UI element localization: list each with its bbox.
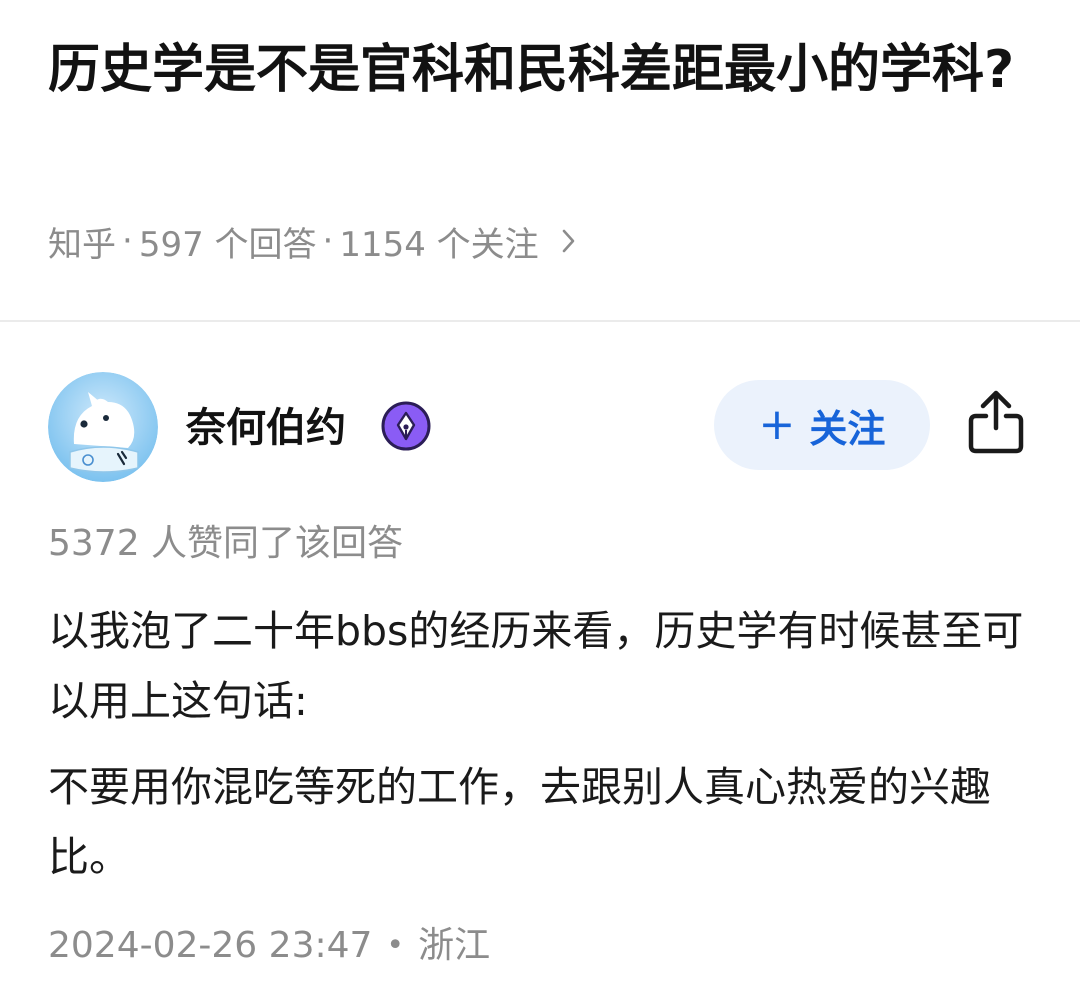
author-name[interactable]: 奈何伯约: [186, 400, 346, 456]
question-title[interactable]: 历史学是不是官科和民科差距最小的学科?: [48, 28, 1038, 112]
meta-separator: ·: [122, 221, 133, 261]
question-meta[interactable]: 知乎 · 597 个回答 · 1154 个关注: [48, 214, 577, 268]
question-header: 历史学是不是官科和民科差距最小的学科?: [48, 28, 1038, 112]
follow-label: 关注: [809, 406, 886, 451]
avatar-icon: [48, 372, 158, 482]
ip-location: 浙江: [418, 925, 491, 966]
answer-date: 2024-02-26 23:47: [48, 925, 373, 966]
chevron-right-icon: [561, 227, 577, 255]
meta-separator: ·: [322, 221, 334, 261]
answer-paragraph: 不要用你混吃等死的工作，去跟别人真心热爱的兴趣比。: [48, 763, 991, 881]
answer-count: 597 个回答: [138, 224, 317, 265]
pen-badge-icon: [380, 400, 432, 452]
plus-icon: +: [758, 399, 796, 450]
share-icon[interactable]: [966, 388, 1026, 456]
section-divider: [0, 320, 1080, 322]
follower-count: 1154 个关注: [339, 224, 539, 265]
author-row: 奈何伯约 + 关注: [48, 372, 1032, 482]
avatar[interactable]: [48, 372, 158, 482]
answer-page: 历史学是不是官科和民科差距最小的学科? 知乎 · 597 个回答 · 1154 …: [0, 0, 1080, 1002]
answer-paragraph: 以我泡了二十年bbs的经历来看，历史学有时候甚至可以用上这句话:: [48, 607, 1024, 725]
answer-footer: 2024-02-26 23:47 • 浙江: [48, 916, 490, 976]
vote-count: 5372 人赞同了该回答: [48, 523, 404, 564]
source-label: 知乎: [48, 224, 116, 265]
footer-separator: •: [386, 928, 405, 963]
follow-button[interactable]: + 关注: [714, 380, 930, 470]
answer-body: 以我泡了二十年bbs的经历来看，历史学有时候甚至可以用上这句话: 不要用你混吃等…: [48, 596, 1038, 908]
